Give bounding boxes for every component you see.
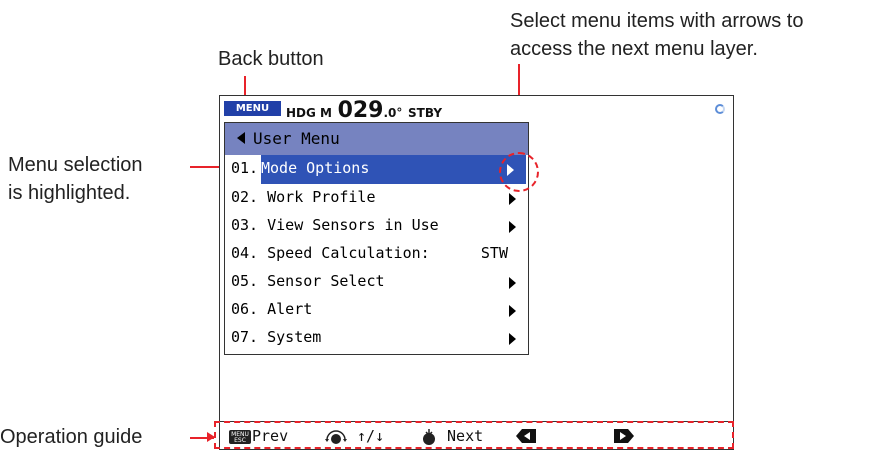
user-menu-panel: User Menu 01. Mode Options 02. Work Prof… — [224, 122, 529, 355]
menu-item-number: 06. — [231, 300, 259, 318]
menu-item-value: STW — [480, 244, 508, 262]
mode-status: STBY — [408, 106, 443, 120]
hdg-value: 029 — [337, 98, 384, 123]
hdg-decimal: .0° — [383, 106, 403, 120]
menu-item-label: System — [267, 328, 322, 346]
header-bar: MENU HDG M 029.0° STBY — [220, 96, 733, 123]
menu-item-speed-calculation[interactable]: 04. Speed Calculation: STW — [225, 240, 528, 269]
callout-menu-selection-line2: is highlighted. — [8, 182, 131, 204]
menu-item-number: 05. — [231, 272, 259, 290]
menu-item-number: 02. — [231, 188, 259, 206]
submenu-arrow-icon[interactable] — [509, 193, 516, 205]
submenu-arrow-icon[interactable] — [509, 333, 516, 345]
menu-title-bar: User Menu — [225, 123, 528, 155]
menu-item-system[interactable]: 07. System — [225, 324, 528, 353]
menu-item-alert[interactable]: 06. Alert — [225, 296, 528, 325]
menu-item-sensor-select[interactable]: 05. Sensor Select — [225, 268, 528, 297]
callout-select-line1: Select menu items with arrows to — [510, 10, 804, 32]
operation-guide-highlight — [214, 421, 734, 449]
selection-arrow-highlight — [499, 152, 539, 192]
menu-item-mode-options[interactable]: Mode Options — [261, 155, 526, 184]
heading-readout: HDG M 029.0° STBY — [286, 98, 442, 123]
back-arrow-icon[interactable] — [237, 132, 245, 144]
hdg-label: HDG M — [286, 106, 332, 120]
menu-item-label: Speed Calculation: — [267, 244, 430, 262]
callout-select-line2: access the next menu layer. — [510, 38, 758, 60]
menu-item-number: 03. — [231, 216, 259, 234]
menu-item-work-profile[interactable]: 02. Work Profile — [225, 184, 528, 213]
menu-item-label: View Sensors in Use — [267, 216, 439, 234]
menu-item-number: 07. — [231, 328, 259, 346]
callout-operation-guide: Operation guide — [0, 426, 143, 448]
callout-back-button: Back button — [218, 48, 324, 70]
menu-item-label: Sensor Select — [267, 272, 385, 290]
menu-item-number: 01. — [231, 159, 259, 177]
menu-item-label: Mode Options — [261, 159, 370, 177]
status-indicator-icon — [715, 104, 725, 114]
menu-item-label: Alert — [267, 300, 313, 318]
menu-title: User Menu — [253, 129, 340, 148]
menu-item-view-sensors[interactable]: 03. View Sensors in Use — [225, 212, 528, 241]
menu-badge[interactable]: MENU — [224, 101, 281, 116]
submenu-arrow-icon[interactable] — [509, 221, 516, 233]
menu-item-number: 04. — [231, 244, 259, 262]
menu-item-label: Work Profile — [267, 188, 376, 206]
submenu-arrow-icon[interactable] — [509, 277, 516, 289]
submenu-arrow-icon[interactable] — [509, 305, 516, 317]
display-screen: MENU HDG M 029.0° STBY User Menu 01. Mod… — [219, 95, 734, 450]
callout-menu-selection-line1: Menu selection — [8, 154, 143, 176]
